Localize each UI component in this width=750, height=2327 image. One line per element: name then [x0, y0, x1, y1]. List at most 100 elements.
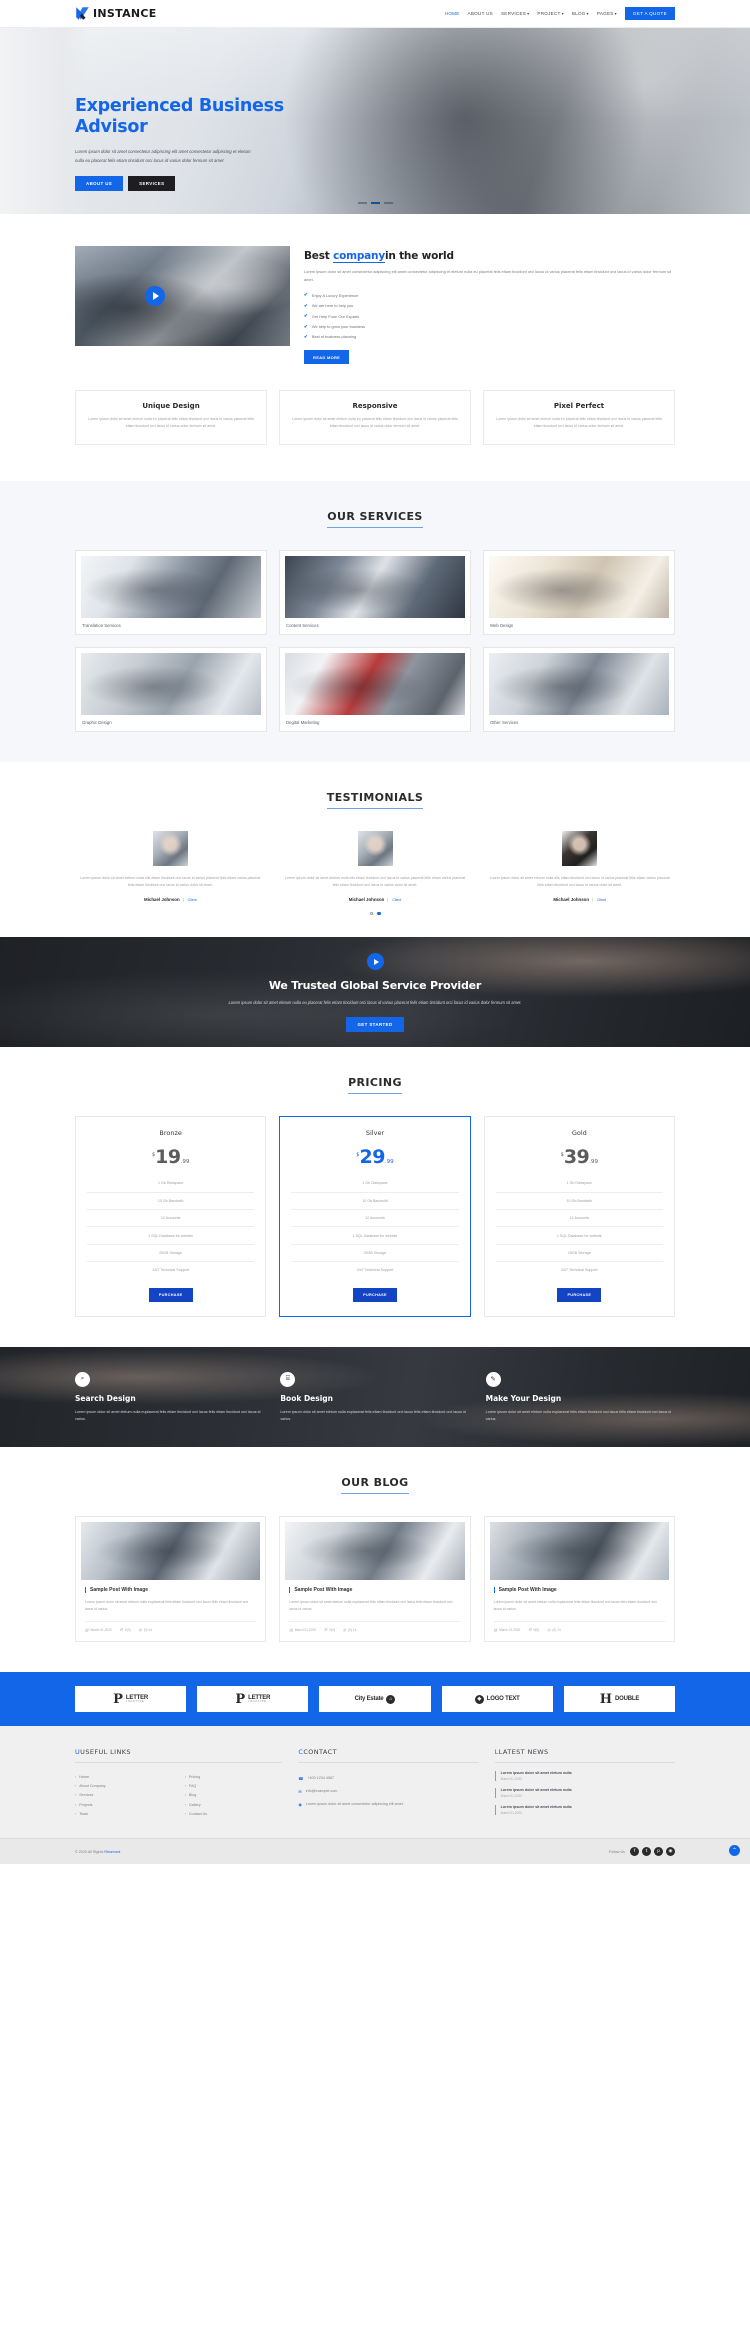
hero-dot-3[interactable]	[383, 202, 393, 204]
news-item[interactable]: Lorem ipsum dolor sit amet eletum nulla …	[494, 1788, 675, 1799]
list-item[interactable]: › Gallery	[185, 1800, 283, 1809]
client-logo-double[interactable]: H DOUBLE	[563, 1686, 676, 1713]
about-heading-pre: Best	[304, 250, 334, 262]
list-item[interactable]: › Team	[75, 1809, 173, 1818]
list-item: 1 SQL Database for website	[495, 1226, 663, 1243]
purchase-button[interactable]: PURCHASE	[557, 1288, 602, 1303]
site-header: INSTANCE HOME ABOUT US SERVICES▾ PROJECT…	[0, 0, 750, 28]
twitter-icon[interactable]: t	[642, 1847, 651, 1857]
plan-features: 1 Gb Diskspace 10 Gb Bandwith 12 Account…	[495, 1179, 663, 1278]
chevron-down-icon: ▾	[561, 11, 564, 16]
list-item[interactable]: › About Company	[75, 1782, 173, 1791]
read-more-button[interactable]: READ MORE	[304, 350, 350, 365]
brand-logo[interactable]: INSTANCE	[75, 6, 157, 21]
list-item[interactable]: ✉ info@example.com	[298, 1785, 478, 1798]
blog-card[interactable]: Sample Post With Image Lorem ipsum dolor…	[75, 1516, 267, 1643]
price-value: 39	[563, 1146, 590, 1169]
list-item[interactable]: ☎ +100 1234 4567	[298, 1772, 478, 1785]
list-item[interactable]: › FAQ	[185, 1782, 283, 1791]
avatar	[152, 830, 188, 866]
footer-links-col-1: › Home › About Company › Services › Projects…	[75, 1772, 173, 1818]
mail-icon: ✉	[298, 1789, 302, 1795]
avatar	[562, 830, 598, 866]
process-text: Lorem ipsum dolor sit amet eletum nulla …	[75, 1409, 261, 1421]
feature-boxes: Unique Design Lorem ipsum dolor sit amet…	[75, 364, 675, 481]
nav-label: PROJECT	[537, 11, 561, 16]
list-item[interactable]: › Services	[75, 1791, 173, 1800]
hero-about-us-button[interactable]: ABOUT US	[75, 175, 124, 191]
nav-item-home[interactable]: HOME	[445, 11, 460, 16]
play-icon[interactable]	[366, 953, 384, 971]
list-item: 1 Gb Diskspace	[566, 1181, 592, 1186]
blog-thumbnail	[489, 1522, 669, 1581]
testimonial-dot-2[interactable]	[377, 911, 381, 916]
pricing-title-wrap: PRICING	[0, 1047, 750, 1116]
about-image	[75, 246, 290, 346]
blog-post-title[interactable]: Sample Post With Image	[85, 1587, 256, 1594]
client-logo-logo-text[interactable]: ◆ LOGO TEXT	[441, 1686, 553, 1713]
list-item[interactable]: › Blog	[185, 1791, 283, 1800]
blog-post-title[interactable]: Sample Post With Image	[493, 1587, 665, 1594]
play-icon[interactable]	[145, 286, 165, 306]
hero-dot-2[interactable]	[370, 202, 380, 204]
news-item[interactable]: Lorem ipsum dolor sit amet eletum nulla …	[494, 1805, 675, 1816]
feature-text: Lorem ipsum dolor sit amet eletum nulla …	[88, 417, 254, 429]
client-logos-bar: P LETTER LOGOTYPE P LETTER LOGOTYPE City…	[0, 1672, 750, 1727]
feature-title: Unique Design	[142, 402, 200, 411]
check-icon: ✔	[304, 323, 308, 329]
blog-likes-label: (0) 14	[143, 1628, 153, 1633]
copyright: © 2020 All Rights Reserved.	[75, 1850, 121, 1854]
get-started-button[interactable]: GET STARTED	[346, 1016, 404, 1032]
testimonial-item: Lorem ipsum dolor sit amet eletum nulla …	[280, 830, 471, 902]
nav-item-project[interactable]: PROJECT▾	[537, 11, 563, 16]
eye-icon: ◎	[342, 1628, 347, 1633]
client-logo-city-estate[interactable]: City Estate ⌂	[319, 1686, 431, 1713]
section-title: OUR SERVICES	[327, 510, 423, 528]
hero-services-button[interactable]: SERVICES	[128, 175, 176, 191]
service-card-content[interactable]: Content Services	[279, 549, 471, 635]
list-item[interactable]: › Projects	[75, 1800, 173, 1809]
service-thumbnail	[81, 652, 261, 715]
instagram-icon[interactable]: ◉	[666, 1847, 675, 1857]
news-title: Lorem ipsum dolor sit amet eletum nulla	[500, 1771, 572, 1776]
nav-item-services[interactable]: SERVICES▾	[501, 11, 529, 16]
blog-card[interactable]: Sample Post With Image Lorem ipsum dolor…	[483, 1516, 675, 1643]
service-card-web-design[interactable]: Web Design	[483, 549, 675, 635]
hero-dot-1[interactable]	[357, 202, 367, 204]
service-card-translation[interactable]: Translation Services	[75, 549, 267, 635]
blog-thumbnail	[285, 1522, 465, 1581]
news-item[interactable]: Lorem ipsum dolor sit amet eletum nulla …	[494, 1771, 675, 1782]
service-card-other-services[interactable]: Other Services	[483, 646, 675, 732]
get-a-quote-button[interactable]: GET A QUOTE	[624, 7, 675, 20]
service-card-graphic-design[interactable]: Graphic Design	[75, 646, 267, 732]
search-icon[interactable]: ⌕	[75, 1371, 90, 1387]
list-item[interactable]: › Pricing	[185, 1772, 283, 1781]
book-icon[interactable]: ⌸	[280, 1371, 296, 1387]
link-label: Services	[79, 1793, 94, 1798]
page-root: INSTANCE HOME ABOUT US SERVICES▾ PROJECT…	[0, 0, 750, 1865]
list-item[interactable]: › Contact Us	[185, 1809, 283, 1818]
blog-comments: ☷ 0(0)	[324, 1628, 335, 1632]
service-caption: Web Design	[490, 622, 514, 628]
testimonial-dot-1[interactable]	[369, 911, 373, 916]
pencil-icon[interactable]: ✎	[485, 1371, 501, 1387]
feature-text: Lorem ipsum dolor sit amet eletum nulla …	[496, 417, 662, 429]
list-item: ✔ We are here to help you	[304, 301, 675, 311]
purchase-button[interactable]: PURCHASE	[353, 1288, 397, 1303]
about-paragraph: Lorem ipsum dolor sit amet consectetur a…	[304, 269, 671, 282]
nav-item-blog[interactable]: BLOG▾	[572, 11, 589, 16]
list-item[interactable]: › Home	[75, 1772, 173, 1781]
client-logo-letter-1[interactable]: P LETTER LOGOTYPE	[75, 1686, 187, 1713]
purchase-button[interactable]: PURCHASE	[148, 1288, 193, 1303]
list-item: ✔ Get Help From Our Exparts	[304, 311, 675, 321]
pinterest-icon[interactable]: p	[654, 1847, 663, 1857]
facebook-icon[interactable]: f	[630, 1847, 639, 1857]
blog-post-title[interactable]: Sample Post With Image	[289, 1587, 460, 1594]
client-logo-letter-2[interactable]: P LETTER LOGOTYPE	[197, 1686, 309, 1713]
blog-card[interactable]: Sample Post With Image Lorem ipsum dolor…	[279, 1516, 471, 1643]
nav-item-about-us[interactable]: ABOUT US	[468, 11, 493, 16]
blog-title-wrap: OUR BLOG	[0, 1447, 750, 1516]
list-item: 24/7 Technical Support	[495, 1261, 663, 1278]
nav-item-pages[interactable]: PAGES▾	[597, 11, 617, 16]
service-card-digital-marketing[interactable]: Degital Marketing	[279, 646, 471, 732]
